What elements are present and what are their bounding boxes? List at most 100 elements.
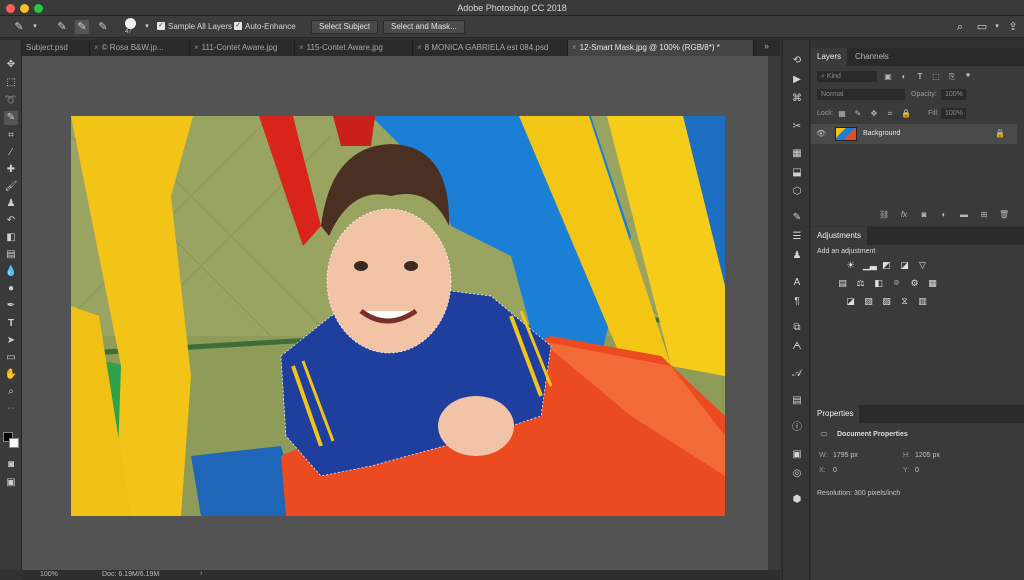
subtract-from-selection-brush-icon[interactable]: ✎ [96, 20, 110, 34]
vibrance-icon[interactable]: ▽ [917, 260, 928, 270]
clone-source-icon[interactable]: ♟ [790, 249, 804, 263]
marquee-tool-icon[interactable]: ⬚ [4, 76, 18, 90]
shape-tool-icon[interactable]: ▭ [4, 351, 18, 365]
gradient-map-icon[interactable]: ▥ [917, 296, 928, 306]
tab-layers[interactable]: Layers [811, 48, 848, 66]
lock-artboard-icon[interactable]: ⌗ [885, 109, 895, 119]
add-to-selection-brush-icon[interactable]: ✎ [75, 20, 89, 34]
quick-selection-tool-icon[interactable]: ✎ [4, 111, 18, 125]
libraries-icon[interactable]: ⬓ [790, 166, 804, 180]
status-menu-arrow-icon[interactable]: › [200, 570, 202, 577]
paths-icon[interactable]: ⌘ [790, 92, 804, 106]
3d-icon[interactable]: ⬡ [790, 185, 804, 199]
opacity-input[interactable]: 100% [941, 89, 966, 100]
hand-tool-icon[interactable]: ✋ [4, 368, 18, 382]
color-lookup-icon[interactable]: ▦ [927, 278, 938, 288]
workspace-icon[interactable]: ▭ [975, 20, 989, 34]
gradient-tool-icon[interactable]: ▤ [4, 248, 18, 262]
tabs-overflow-icon[interactable]: » [764, 41, 769, 51]
character-icon[interactable]: A [790, 276, 804, 290]
zoom-level[interactable]: 100% [40, 571, 58, 578]
tab-adjustments[interactable]: Adjustments [811, 227, 868, 245]
filter-toggle-icon[interactable]: ● [963, 70, 973, 80]
quick-selection-tool-preset-icon[interactable]: ✎ [12, 20, 26, 34]
paragraph-styles-icon[interactable]: 𝒜 [790, 367, 804, 381]
color-balance-icon[interactable]: ⚖ [855, 278, 866, 288]
invert-icon[interactable]: ◪ [845, 296, 856, 306]
hue-saturation-icon[interactable]: ▤ [837, 278, 848, 288]
auto-enhance-checkbox[interactable]: ✓ [234, 22, 242, 30]
threshold-icon[interactable]: ▨ [881, 296, 892, 306]
layer-row-background[interactable]: 👁 Background 🔒 [811, 124, 1017, 144]
document-canvas[interactable] [22, 56, 768, 570]
quick-mask-icon[interactable]: ◙ [4, 458, 18, 472]
actions-play-icon[interactable]: ▶ [790, 73, 804, 87]
exposure-icon[interactable]: ◪ [899, 260, 910, 270]
y-value[interactable]: 0 [915, 467, 919, 474]
layer-name[interactable]: Background [863, 130, 900, 137]
sample-all-layers-checkbox[interactable]: ✓ [157, 22, 165, 30]
new-adjustment-layer-icon[interactable]: ◐ [939, 210, 949, 220]
posterize-icon[interactable]: ▧ [863, 296, 874, 306]
blend-mode-select[interactable]: Normal [817, 89, 905, 100]
curves-icon[interactable]: ◩ [881, 260, 892, 270]
layer-filter-kind[interactable]: ⌕ Kind [817, 71, 877, 82]
workspace-chevron-down-icon[interactable]: ▾ [990, 20, 1004, 34]
swatches-icon[interactable]: ▦ [790, 147, 804, 161]
height-value[interactable]: 1205 px [915, 452, 940, 459]
new-selection-brush-icon[interactable]: ✎ [55, 20, 69, 34]
eyedropper-tool-icon[interactable]: ⁄ [4, 146, 18, 160]
close-tab-icon[interactable]: × [94, 43, 99, 52]
brush-tool-icon[interactable]: 🖌 [4, 180, 18, 194]
x-value[interactable]: 0 [833, 467, 837, 474]
levels-icon[interactable]: ▁▃ [863, 260, 877, 270]
crop-tool-icon[interactable]: ⌗ [4, 129, 18, 143]
select-and-mask-button[interactable]: Select and Mask... [383, 20, 465, 34]
blur-tool-icon[interactable]: 💧 [4, 265, 18, 279]
path-selection-tool-icon[interactable]: ➤ [4, 334, 18, 348]
tab-monica-gabriela[interactable]: × 8 MONICA GABRIELA est 084.psd [413, 40, 568, 56]
3d-cube-icon[interactable]: ⬢ [790, 493, 804, 507]
new-group-icon[interactable]: ▬ [959, 210, 969, 220]
photo-filter-icon[interactable]: ⌾ [891, 278, 902, 288]
filter-type-icon[interactable]: T [915, 72, 925, 82]
fill-input[interactable]: 100% [941, 108, 966, 119]
notes-icon[interactable]: ▤ [790, 394, 804, 408]
tab-properties[interactable]: Properties [811, 405, 860, 423]
dodge-tool-icon[interactable]: ● [4, 282, 18, 296]
history-brush-tool-icon[interactable]: ↶ [4, 214, 18, 228]
lock-all-icon[interactable]: 🔒 [901, 109, 911, 119]
channel-mixer-icon[interactable]: ⚙ [909, 278, 920, 288]
close-tab-icon[interactable]: × [299, 43, 304, 52]
brush-size-preview-icon[interactable] [125, 18, 136, 29]
more-tools-icon[interactable]: ··· [4, 402, 18, 416]
selective-color-icon[interactable]: ⧖ [899, 296, 910, 306]
tab-rosa-bw[interactable]: × © Rosa B&W.jp... [90, 40, 190, 56]
eraser-tool-icon[interactable]: ◧ [4, 231, 18, 245]
tab-channels[interactable]: Channels [849, 48, 895, 66]
filter-pixel-icon[interactable]: ▣ [883, 72, 893, 82]
clone-stamp-tool-icon[interactable]: ♟ [4, 197, 18, 211]
lasso-tool-icon[interactable]: ➰ [4, 94, 18, 108]
search-icon[interactable]: ⌕ [953, 20, 967, 34]
type-tool-icon[interactable]: T [4, 317, 18, 331]
close-tab-icon[interactable]: × [194, 43, 199, 52]
brushes-icon[interactable]: ✎ [790, 211, 804, 225]
select-subject-button[interactable]: Select Subject [311, 20, 379, 34]
histogram-icon[interactable]: ▣ [790, 448, 804, 462]
share-icon[interactable]: ⇪ [1006, 20, 1020, 34]
document-image[interactable] [71, 116, 725, 516]
filter-smart-object-icon[interactable]: ⎘ [947, 72, 957, 82]
tab-smart-mask-active[interactable]: × 12-Smart Mask.jpg @ 100% (RGB/8*) * [568, 40, 754, 56]
background-color-swatch[interactable] [9, 438, 19, 448]
close-tab-icon[interactable]: × [572, 43, 577, 52]
brightness-contrast-icon[interactable]: ☀ [845, 260, 856, 270]
black-white-icon[interactable]: ◧ [873, 278, 884, 288]
lock-image-icon[interactable]: ✎ [853, 109, 863, 119]
filter-adjustment-icon[interactable]: ◐ [899, 72, 909, 82]
eye-visibility-icon[interactable]: 👁 [816, 129, 826, 139]
move-tool-icon[interactable]: ✥ [4, 58, 18, 72]
close-tab-icon[interactable]: × [417, 43, 422, 52]
brush-picker-chevron-icon[interactable]: ▾ [140, 20, 154, 34]
navigator-icon[interactable]: ◎ [790, 467, 804, 481]
